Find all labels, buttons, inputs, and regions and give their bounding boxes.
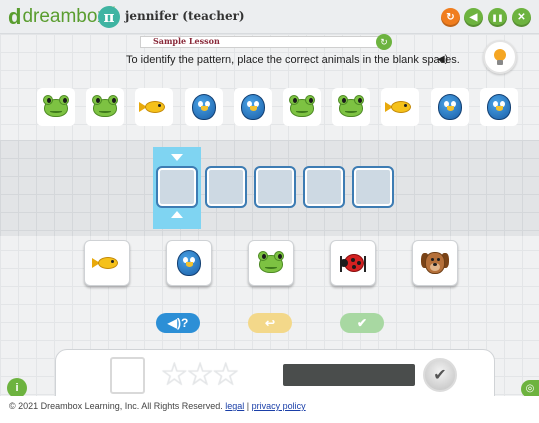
lesson-nav-button[interactable]: ↻ — [376, 34, 392, 50]
copyright-text: © 2021 Dreambox Learning, Inc. All Right… — [9, 401, 223, 411]
user-name: jennifer (teacher) — [125, 9, 245, 23]
top-bar: d dreambox ™ π jennifer (teacher) ↻ ◀ ❚❚… — [0, 0, 539, 34]
close-icon: ✕ — [517, 12, 526, 23]
user-avatar: π — [98, 6, 120, 28]
dog-icon — [420, 249, 450, 277]
sequence-bird-icon — [480, 88, 518, 126]
answer-slot[interactable] — [303, 166, 345, 208]
pause-button[interactable]: ❚❚ — [488, 8, 507, 27]
choice-dog-button[interactable] — [412, 240, 458, 286]
lesson-banner: Sample Lesson — [140, 36, 380, 48]
back-button[interactable]: ↻ — [441, 8, 460, 27]
sequence-fish-icon — [135, 88, 173, 126]
star-rating: ☆☆☆ — [160, 356, 240, 392]
fish-icon — [92, 255, 122, 271]
privacy-policy-link[interactable]: privacy policy — [252, 401, 306, 411]
lightbulb-icon — [493, 49, 507, 65]
arrow-down-icon — [171, 154, 183, 161]
footer: © 2021 Dreambox Learning, Inc. All Right… — [0, 396, 539, 423]
sequence-frog-icon — [283, 88, 321, 126]
choice-fish-button[interactable] — [84, 240, 130, 286]
footer-text: © 2021 Dreambox Learning, Inc. All Right… — [9, 401, 306, 411]
arrow-up-icon — [171, 211, 183, 218]
ladybug-icon — [338, 250, 368, 276]
choice-ladybug-button[interactable] — [330, 240, 376, 286]
bird-icon — [176, 249, 202, 277]
close-button[interactable]: ✕ — [512, 8, 531, 27]
sequence-bird-icon — [234, 88, 272, 126]
pause-icon: ❚❚ — [491, 14, 504, 22]
frog-icon — [257, 251, 285, 275]
logo-text: dreambox — [22, 6, 107, 27]
dreambox-lesson-app: d dreambox ™ π jennifer (teacher) ↻ ◀ ❚❚… — [0, 0, 539, 423]
choice-frog-button[interactable] — [248, 240, 294, 286]
sequence-bird-icon — [431, 88, 469, 126]
sequence-frog-icon — [37, 88, 75, 126]
instruction-text: To identify the pattern, place the corre… — [126, 54, 460, 66]
progress-bar — [283, 364, 415, 386]
speaker-icon[interactable]: ◀) — [437, 54, 448, 65]
answer-slot[interactable] — [352, 166, 394, 208]
choice-bird-button[interactable] — [166, 240, 212, 286]
sequence-frog-icon — [332, 88, 370, 126]
tray-card-slot — [110, 357, 145, 394]
lesson-title: Sample Lesson — [153, 36, 220, 46]
footer-separator: | — [244, 401, 252, 411]
info-button[interactable]: i — [7, 378, 27, 398]
sound-icon: ◀ — [469, 12, 478, 23]
answer-slot[interactable] — [156, 166, 198, 208]
sequence-bird-icon — [185, 88, 223, 126]
legal-link[interactable]: legal — [225, 401, 244, 411]
done-badge-icon[interactable]: ✔ — [423, 358, 457, 392]
audio-help-button[interactable]: ◀)? — [156, 313, 200, 333]
logo-letter: d — [8, 4, 22, 29]
answer-slot[interactable] — [254, 166, 296, 208]
back-icon: ↻ — [446, 12, 455, 23]
undo-button[interactable]: ↩ — [248, 313, 292, 333]
check-button[interactable]: ✔ — [340, 313, 384, 333]
answer-slot[interactable] — [205, 166, 247, 208]
hint-button[interactable] — [483, 40, 517, 74]
sequence-frog-icon — [86, 88, 124, 126]
sound-button[interactable]: ◀ — [464, 8, 483, 27]
sequence-fish-icon — [381, 88, 419, 126]
